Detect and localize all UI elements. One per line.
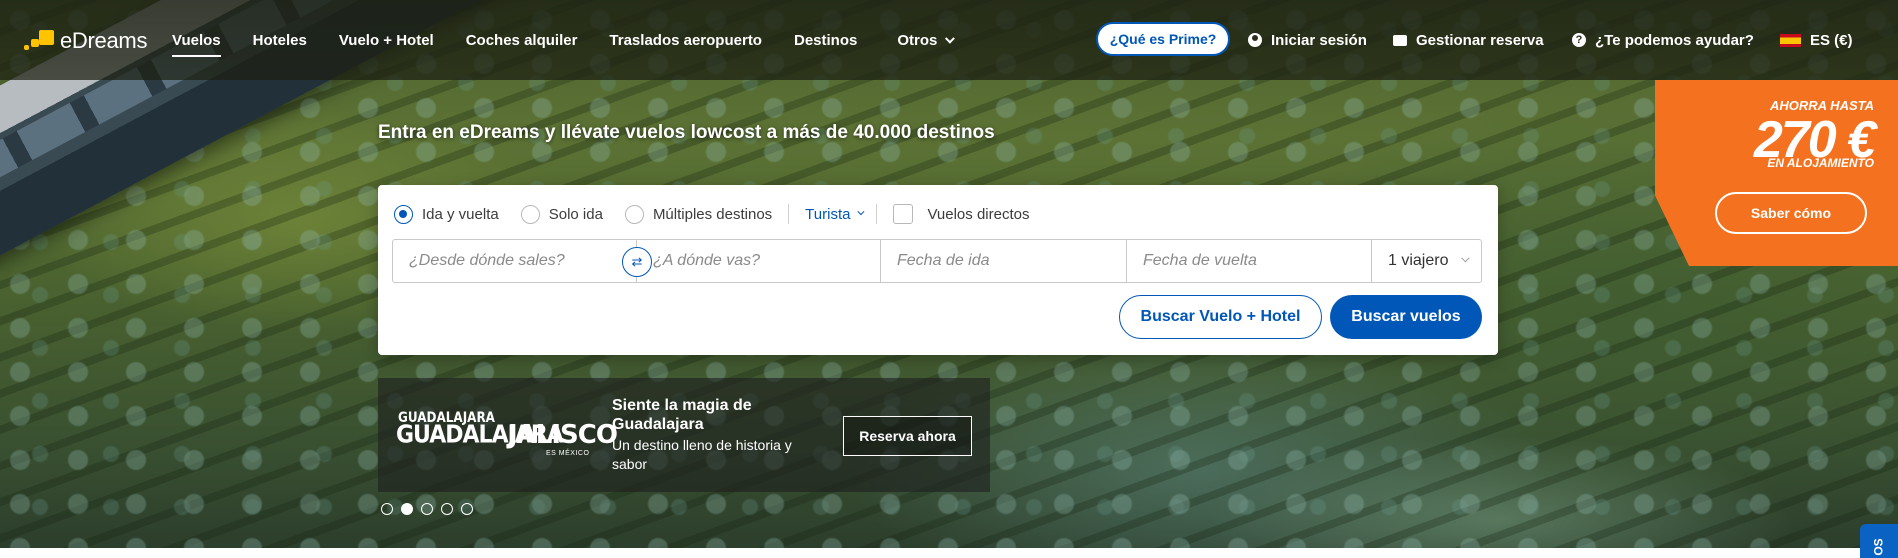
divider bbox=[788, 204, 790, 224]
trip-options: Ida y vuelta Solo ida Múltiples destinos… bbox=[394, 200, 1029, 228]
top-navigation: eDreams Vuelos Hoteles Vuelo + Hotel Coc… bbox=[0, 0, 1898, 80]
chevron-down-icon bbox=[1461, 253, 1470, 263]
trip-type-round[interactable]: Ida y vuelta bbox=[394, 204, 499, 224]
side-feedback-tab[interactable]: OS bbox=[1860, 524, 1898, 558]
logo-text: eDreams bbox=[60, 28, 148, 53]
carousel-dot[interactable] bbox=[441, 503, 453, 515]
trip-type-oneway[interactable]: Solo ida bbox=[520, 204, 603, 224]
accommodation-offer-badge: AHORRA HASTA 270 € EN ALOJAMIENTO Saber … bbox=[1655, 80, 1898, 266]
edreams-logo[interactable]: eDreams bbox=[24, 28, 147, 54]
nav-item-traslados[interactable]: Traslados aeropuerto bbox=[609, 32, 762, 49]
manage-booking-link[interactable]: Gestionar reserva bbox=[1393, 0, 1544, 80]
hero-tagline: Entra en eDreams y llévate vuelos lowcos… bbox=[378, 122, 995, 143]
radio-icon bbox=[394, 204, 413, 224]
cabin-class-label: Turista bbox=[805, 205, 851, 223]
spain-flag-icon bbox=[1780, 33, 1801, 47]
trip-type-multi[interactable]: Múltiples destinos bbox=[624, 204, 773, 224]
trip-type-label: Ida y vuelta bbox=[422, 205, 499, 223]
travellers-select[interactable]: 1 viajero bbox=[1372, 240, 1481, 282]
carousel-dot[interactable] bbox=[461, 503, 473, 515]
help-label: ¿Te podemos ayudar? bbox=[1595, 31, 1754, 49]
briefcase-icon bbox=[1393, 34, 1407, 46]
swap-icon[interactable]: ⇄ bbox=[622, 247, 652, 277]
book-now-button[interactable]: Reserva ahora bbox=[843, 416, 972, 456]
trip-type-label: Solo ida bbox=[548, 205, 603, 223]
nav-item-vuelos[interactable]: Vuelos bbox=[172, 32, 221, 57]
chevron-down-icon bbox=[857, 207, 865, 215]
locale-label: ES (€) bbox=[1810, 31, 1853, 49]
login-label: Iniciar sesión bbox=[1271, 31, 1367, 49]
carousel-dot[interactable] bbox=[381, 503, 393, 515]
radio-icon bbox=[624, 204, 644, 224]
user-icon bbox=[1248, 33, 1262, 47]
return-placeholder: Fecha de vuelta bbox=[1143, 252, 1257, 269]
cabin-class-select[interactable]: Turista bbox=[805, 205, 865, 223]
direct-flights-label: Vuelos directos bbox=[927, 205, 1030, 223]
carousel-dot[interactable] bbox=[421, 503, 433, 515]
prime-button[interactable]: ¿Qué es Prime? bbox=[1096, 22, 1230, 56]
nav-item-destinos[interactable]: Destinos bbox=[794, 32, 857, 49]
help-link[interactable]: ? ¿Te podemos ayudar? bbox=[1572, 0, 1754, 80]
otros-label: Otros bbox=[897, 31, 938, 49]
nav-item-otros[interactable]: Otros bbox=[897, 31, 956, 49]
flight-search-form: Ida y vuelta Solo ida Múltiples destinos… bbox=[378, 185, 1498, 355]
search-flights-button[interactable]: Buscar vuelos bbox=[1330, 295, 1482, 339]
departure-date-input[interactable]: Fecha de ida bbox=[881, 240, 1127, 282]
direct-flights-checkbox[interactable]: Vuelos directos bbox=[893, 204, 1029, 224]
help-icon: ? bbox=[1572, 33, 1586, 47]
travellers-value: 1 viajero bbox=[1388, 252, 1449, 269]
search-fields: ¿Desde dónde sales? ⇄ ¿A dónde vas? Fech… bbox=[392, 239, 1482, 283]
page-content-edge bbox=[0, 548, 1898, 558]
jalisco-logo-sub: ES MÉXICO bbox=[546, 450, 590, 457]
nav-item-hoteles[interactable]: Hoteles bbox=[253, 32, 307, 49]
carousel-dots bbox=[381, 503, 473, 515]
origin-input[interactable]: ¿Desde dónde sales? ⇄ bbox=[393, 240, 652, 282]
search-flight-hotel-button[interactable]: Buscar Vuelo + Hotel bbox=[1119, 295, 1322, 339]
return-date-input[interactable]: Fecha de vuelta bbox=[1127, 240, 1372, 282]
side-tab-label: OS bbox=[1872, 538, 1886, 556]
radio-icon bbox=[520, 204, 540, 224]
checkbox-icon bbox=[893, 204, 914, 224]
trip-type-label: Múltiples destinos bbox=[652, 205, 773, 223]
departure-placeholder: Fecha de ida bbox=[897, 252, 990, 269]
nav-item-coches[interactable]: Coches alquiler bbox=[466, 32, 578, 49]
login-link[interactable]: Iniciar sesión bbox=[1248, 0, 1367, 80]
divider bbox=[876, 204, 878, 224]
promo-banner: GUADALAJARA GUADALAJARA JALISCO ES MÉXIC… bbox=[378, 378, 990, 492]
main-nav: Vuelos Hoteles Vuelo + Hotel Coches alqu… bbox=[172, 0, 984, 80]
chevron-down-icon bbox=[945, 33, 956, 44]
learn-how-button[interactable]: Saber cómo bbox=[1715, 192, 1867, 234]
manage-label: Gestionar reserva bbox=[1416, 31, 1544, 49]
locale-selector[interactable]: ES (€) bbox=[1780, 0, 1853, 80]
jalisco-logo: JALISCO bbox=[508, 420, 618, 450]
destination-placeholder: ¿A dónde vas? bbox=[653, 252, 761, 269]
offer-subheading: EN ALOJAMIENTO bbox=[1767, 156, 1874, 170]
carousel-dot[interactable] bbox=[401, 503, 413, 515]
destination-input[interactable]: ¿A dónde vas? bbox=[637, 240, 881, 282]
origin-placeholder: ¿Desde dónde sales? bbox=[409, 252, 565, 269]
promo-description: Un destino lleno de historia y sabor bbox=[612, 437, 792, 472]
nav-item-vuelo-hotel[interactable]: Vuelo + Hotel bbox=[339, 32, 434, 49]
promo-title: Siente la magia de Guadalajara bbox=[612, 397, 752, 433]
logo-mark-icon bbox=[24, 30, 54, 52]
